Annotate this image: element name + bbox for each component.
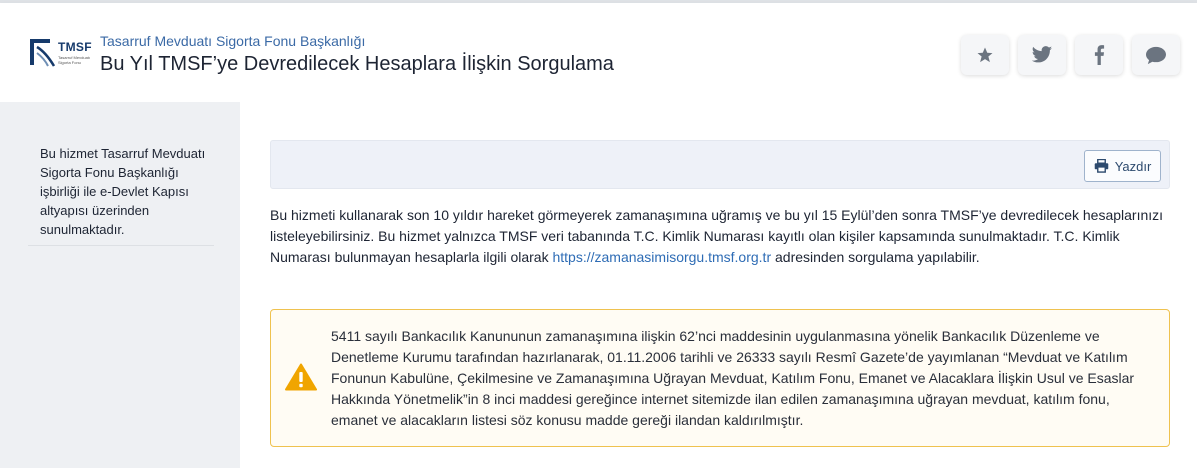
warning-text: 5411 sayılı Bankacılık Kanununun zamanaş… [331,328,1135,428]
print-button-label: Yazdır [1114,158,1152,174]
warning-alert: 5411 sayılı Bankacılık Kanununun zamanaş… [270,309,1170,447]
zamanasimi-query-link[interactable]: https://zamanasimisorgu.tmsf.org.tr [552,249,771,265]
favorite-button[interactable] [961,35,1009,75]
main-content: Yazdır Bu hizmeti kullanarak son 10 yıld… [240,102,1197,468]
description-text-after: adresinden sorgulama yapılabilir. [771,249,980,265]
twitter-share-button[interactable] [1018,35,1066,75]
warning-triangle-icon [285,363,317,391]
tmsf-logo[interactable]: TMSF Tasarruf Mevduatı Sigorta Fonu [28,36,92,72]
tmsf-logo-mark-icon [30,39,56,67]
comment-icon [1146,46,1166,65]
institution-link[interactable]: Tasarruf Mevduatı Sigorta Fonu Başkanlığ… [100,33,365,49]
star-icon [977,47,993,63]
comment-button[interactable] [1132,35,1180,75]
twitter-icon [1031,46,1053,63]
print-button[interactable]: Yazdır [1084,150,1161,182]
facebook-share-button[interactable] [1075,35,1123,75]
content-toolbar: Yazdır [270,140,1170,189]
printer-icon [1094,159,1108,173]
sidebar: Bu hizmet Tasarruf Mevduatı Sigorta Fonu… [0,102,240,468]
facebook-icon [1094,45,1105,65]
service-description: Bu hizmeti kullanarak son 10 yıldır hare… [270,205,1175,268]
logo-subtext: Tasarruf Mevduatı Sigorta Fonu [58,55,91,65]
sidebar-info-text: Bu hizmet Tasarruf Mevduatı Sigorta Fonu… [40,146,206,237]
sidebar-divider [28,245,214,246]
page-header: TMSF Tasarruf Mevduatı Sigorta Fonu Tasa… [0,3,1197,102]
logo-text: TMSF [58,40,92,54]
page-title: Bu Yıl TMSF’ye Devredilecek Hesaplara İl… [100,53,614,75]
